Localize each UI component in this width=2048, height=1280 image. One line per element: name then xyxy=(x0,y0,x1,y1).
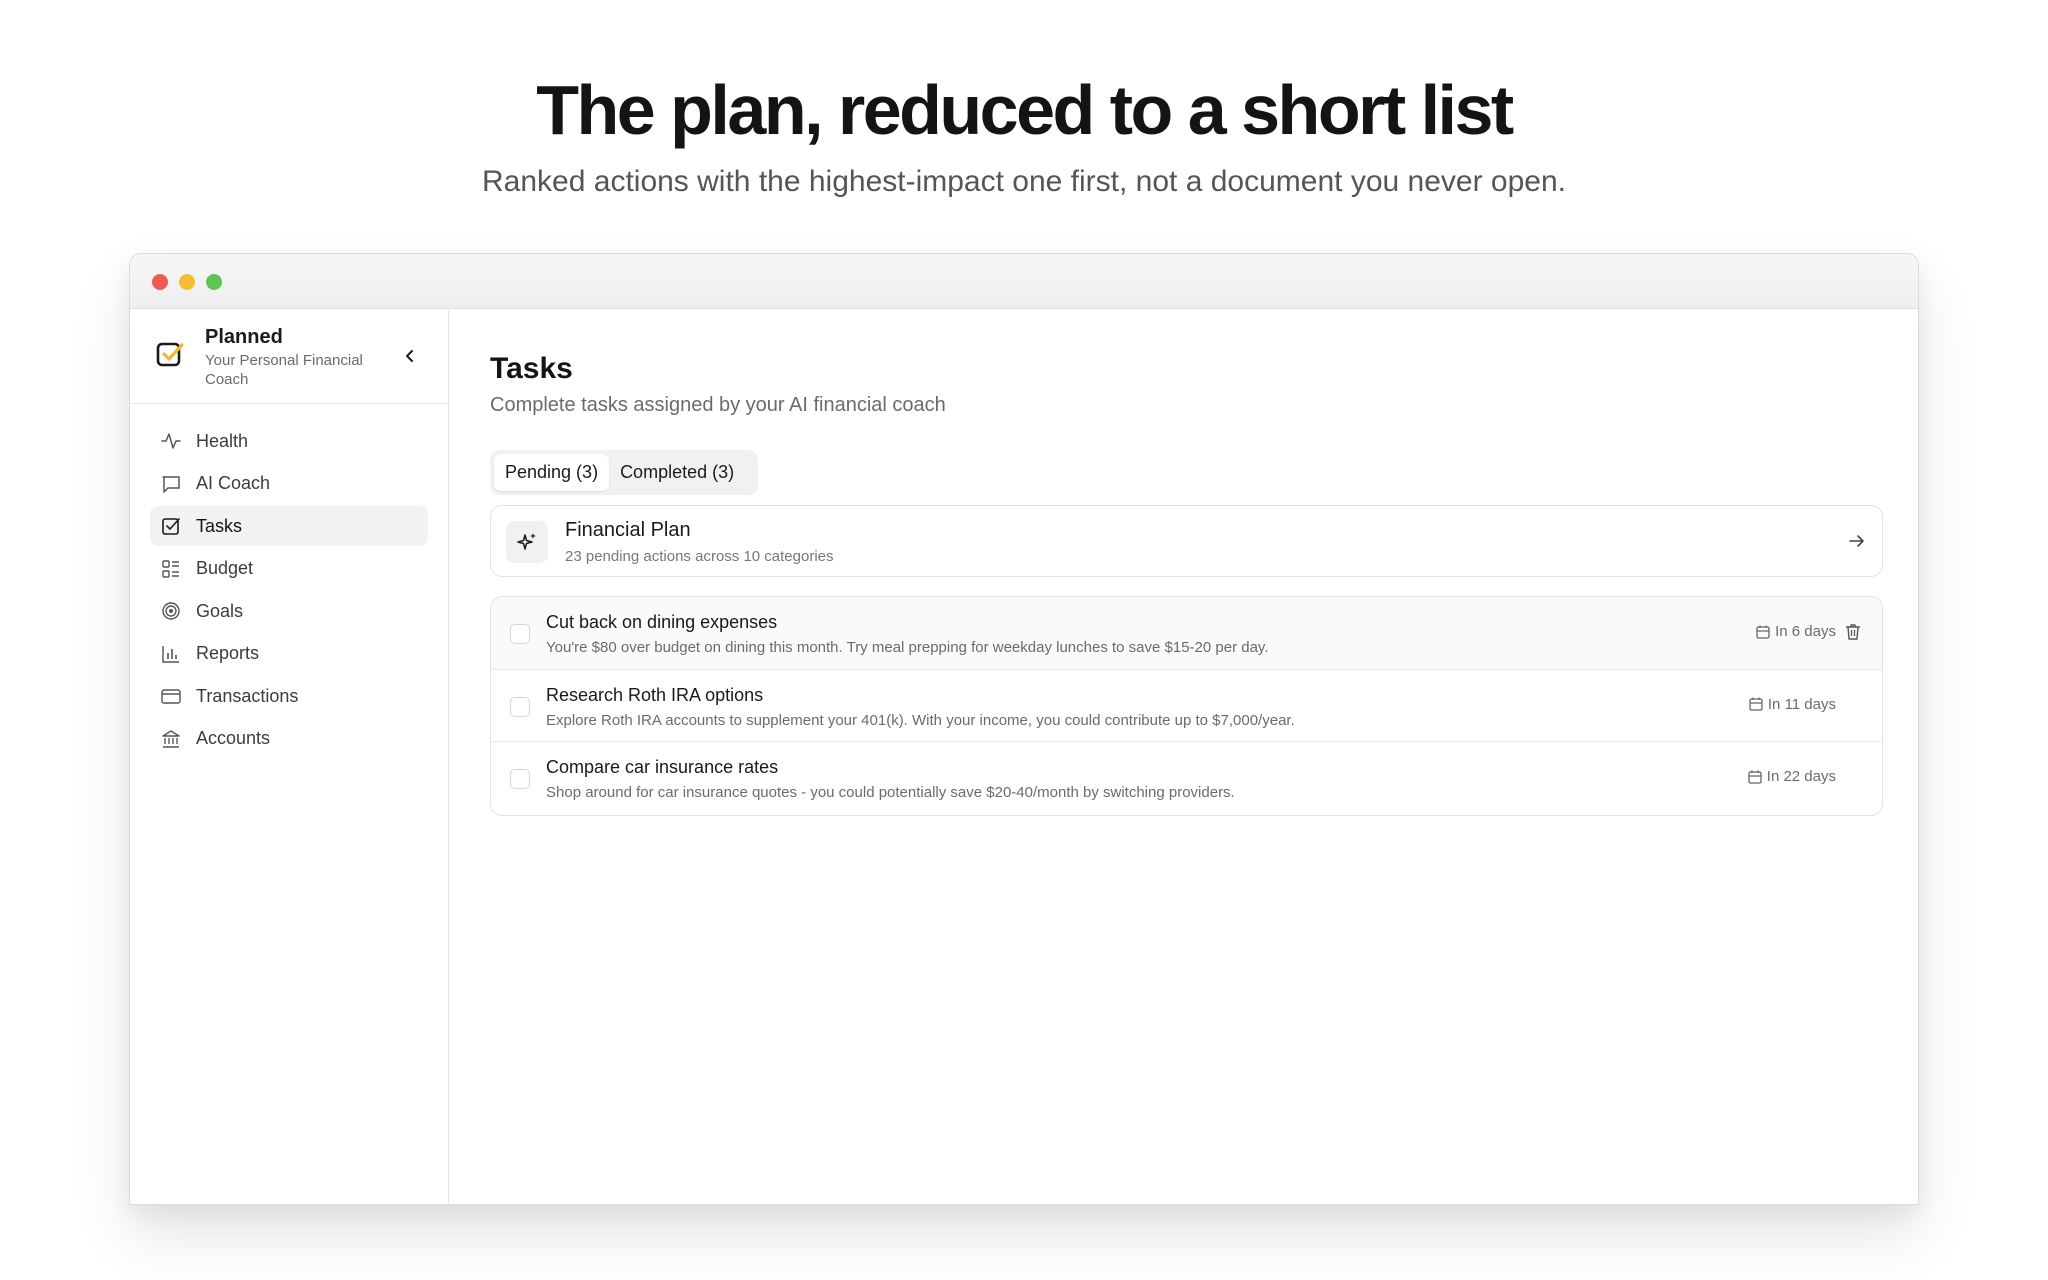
task-row[interactable]: Research Roth IRA options Explore Roth I… xyxy=(491,670,1882,742)
checkbox-icon xyxy=(160,515,182,537)
page-title: Tasks xyxy=(490,352,573,385)
sidebar-item-reports[interactable]: Reports xyxy=(150,634,428,674)
task-checkbox[interactable] xyxy=(510,769,530,789)
planned-logo-icon xyxy=(156,340,184,368)
target-icon xyxy=(160,600,182,622)
minimize-window-button[interactable] xyxy=(179,274,195,290)
task-title: Cut back on dining expenses xyxy=(546,612,778,632)
sidebar-item-ai-coach[interactable]: AI Coach xyxy=(150,464,428,504)
sidebar-item-label: Goals xyxy=(196,600,244,621)
task-description: Explore Roth IRA accounts to supplement … xyxy=(546,711,1295,729)
hero-subtitle: Ranked actions with the highest-impact o… xyxy=(482,165,1566,198)
task-due-label: In 6 days xyxy=(1775,623,1836,640)
task-list: Cut back on dining expenses You're $80 o… xyxy=(490,596,1883,816)
list-icon xyxy=(160,558,182,580)
sidebar-item-accounts[interactable]: Accounts xyxy=(150,719,428,759)
main-content: Tasks Complete tasks assigned by your AI… xyxy=(450,310,1918,1204)
calendar-icon xyxy=(1755,624,1771,640)
calendar-icon xyxy=(1748,696,1764,712)
sidebar-item-health[interactable]: Health xyxy=(150,421,428,461)
bar-chart-icon xyxy=(160,643,182,665)
sidebar-item-goals[interactable]: Goals xyxy=(150,591,428,631)
sparkles-icon xyxy=(506,521,548,563)
task-checkbox[interactable] xyxy=(510,624,530,644)
hero-title: The plan, reduced to a short list xyxy=(536,71,1514,149)
sidebar: Planned Your Personal Financial Coach He… xyxy=(130,310,449,1204)
task-due-label: In 11 days xyxy=(1767,695,1836,713)
task-row[interactable]: Cut back on dining expenses You're $80 o… xyxy=(491,597,1882,670)
tab-completed[interactable]: Completed (3) xyxy=(609,454,745,491)
task-description: You're $80 over budget on dining this mo… xyxy=(546,639,1269,656)
page-subtitle: Complete tasks assigned by your AI finan… xyxy=(490,394,946,416)
sidebar-item-transactions[interactable]: Transactions xyxy=(150,676,428,716)
app-window: Planned Your Personal Financial Coach He… xyxy=(129,253,1919,1205)
trash-icon[interactable] xyxy=(1844,623,1862,641)
sidebar-item-tasks[interactable]: Tasks xyxy=(150,506,428,546)
task-tabs: Pending (3) Completed (3) xyxy=(490,450,758,495)
financial-plan-card[interactable]: Financial Plan 23 pending actions across… xyxy=(490,505,1883,577)
bank-icon xyxy=(160,728,182,750)
task-title: Compare car insurance rates xyxy=(546,757,779,777)
card-icon xyxy=(160,685,182,707)
task-due-date: In 22 days xyxy=(1747,768,1836,785)
plan-subtitle: 23 pending actions across 10 categories xyxy=(565,548,834,565)
plan-title: Financial Plan xyxy=(565,519,691,541)
task-checkbox[interactable] xyxy=(510,696,530,717)
sidebar-item-label: Tasks xyxy=(196,515,243,536)
collapse-sidebar-icon[interactable] xyxy=(398,344,422,368)
sidebar-item-label: Accounts xyxy=(196,728,271,748)
task-row[interactable]: Compare car insurance rates Shop around … xyxy=(491,742,1882,815)
task-due-date: In 11 days xyxy=(1748,696,1836,713)
arrow-right-icon[interactable] xyxy=(1846,530,1868,552)
chat-icon xyxy=(160,473,182,495)
brand-name: Planned xyxy=(205,326,283,348)
sidebar-item-label: Budget xyxy=(196,558,254,578)
window-titlebar xyxy=(130,254,1918,309)
tab-pending[interactable]: Pending (3) xyxy=(494,454,610,491)
maximize-window-button[interactable] xyxy=(206,274,222,290)
brand-tagline: Your Personal Financial Coach xyxy=(205,352,363,388)
sidebar-item-label: Reports xyxy=(196,643,260,663)
task-description: Shop around for car insurance quotes - y… xyxy=(546,784,1235,801)
sidebar-item-label: AI Coach xyxy=(196,473,271,493)
brand-header: Planned Your Personal Financial Coach xyxy=(130,310,448,404)
sidebar-item-label: Health xyxy=(196,430,249,451)
task-title: Research Roth IRA options xyxy=(546,684,764,705)
sidebar-item-label: Transactions xyxy=(196,685,299,706)
activity-icon xyxy=(160,430,182,452)
close-window-button[interactable] xyxy=(152,274,168,290)
task-due-label: In 22 days xyxy=(1766,768,1836,785)
task-due-date: In 6 days xyxy=(1755,623,1836,640)
sidebar-item-budget[interactable]: Budget xyxy=(150,549,428,589)
calendar-icon xyxy=(1747,769,1763,785)
sidebar-nav: Health AI Coach Tasks Budget Goals Repor… xyxy=(150,421,428,761)
